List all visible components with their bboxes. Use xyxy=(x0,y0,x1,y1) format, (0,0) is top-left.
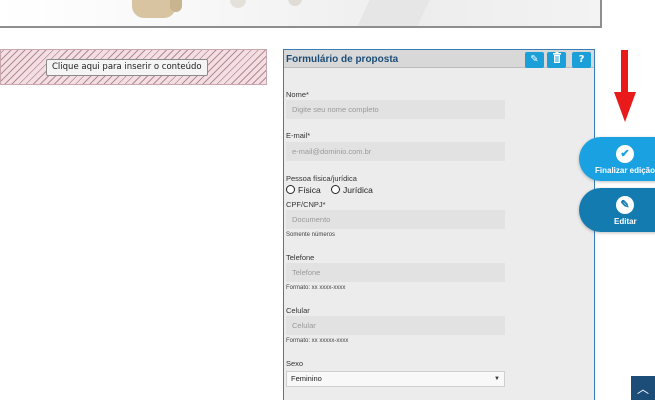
radio-circle[interactable] xyxy=(331,185,341,194)
cpf-input[interactable] xyxy=(286,210,505,229)
email-input[interactable] xyxy=(286,142,505,161)
radio-juridica-label: Jurídica xyxy=(343,185,373,195)
banner-image xyxy=(0,0,602,28)
nome-input[interactable] xyxy=(286,100,505,119)
chevron-up-icon: ︿ xyxy=(636,382,649,396)
cpf-label: CPF/CNPJ* xyxy=(286,200,326,209)
edit-button[interactable]: ✎ Editar xyxy=(579,188,655,232)
celular-label: Celular xyxy=(286,306,310,315)
telefone-label: Telefone xyxy=(286,253,315,262)
pessoa-label: Pessoa física/jurídica xyxy=(286,174,357,183)
email-label: E-mail* xyxy=(286,131,311,140)
check-icon: ✔ xyxy=(616,145,634,163)
radio-fisica-label: Física xyxy=(298,185,321,195)
trash-icon[interactable] xyxy=(547,52,566,68)
sexo-selected-value: Feminino xyxy=(291,374,322,383)
radio-fisica[interactable]: Física xyxy=(286,185,321,195)
pencil-icon: ✎ xyxy=(616,196,634,214)
telefone-input[interactable] xyxy=(286,263,505,282)
sexo-select[interactable]: Feminino ▼ xyxy=(286,371,505,387)
form-title: Formulário de proposta xyxy=(286,54,399,65)
scroll-top-button[interactable]: ︿ xyxy=(631,376,655,400)
nome-label: Nome* xyxy=(286,90,309,99)
content-placeholder-area[interactable]: Clique aqui para inserir o conteúdo xyxy=(0,49,267,85)
banner-decor xyxy=(230,0,246,8)
banner-decor xyxy=(170,0,182,12)
pessoa-radio-group: Física Jurídica xyxy=(286,185,381,195)
radio-juridica[interactable]: Jurídica xyxy=(331,185,373,195)
banner-decor xyxy=(355,0,435,26)
cpf-hint: Somente números xyxy=(286,232,336,238)
celular-input[interactable] xyxy=(286,316,505,335)
pencil-icon[interactable]: ✎ xyxy=(525,52,544,68)
celular-hint: Formato: xx xxxxx-xxxx xyxy=(286,338,349,344)
telefone-hint: Formato: xx xxxx-xxxx xyxy=(286,285,346,291)
radio-circle[interactable] xyxy=(286,185,295,194)
edit-label: Editar xyxy=(614,217,637,226)
down-arrow-indicator xyxy=(614,50,636,124)
arrow-head xyxy=(614,92,636,122)
proposal-form-panel: Formulário de proposta ✎ ? Nome* E-mail*… xyxy=(283,49,595,400)
caret-down-icon: ▼ xyxy=(494,376,500,382)
finish-edit-button[interactable]: ✔ Finalizar edição xyxy=(579,137,655,181)
form-header: Formulário de proposta ✎ ? xyxy=(284,50,594,68)
banner-decor xyxy=(288,0,302,6)
insert-content-button[interactable]: Clique aqui para inserir o conteúdo xyxy=(46,59,208,76)
trash-glyph xyxy=(552,52,561,63)
arrow-shaft xyxy=(621,50,628,94)
sexo-label: Sexo xyxy=(286,359,304,368)
help-icon[interactable]: ? xyxy=(572,52,591,68)
finish-edit-label: Finalizar edição xyxy=(595,166,655,175)
